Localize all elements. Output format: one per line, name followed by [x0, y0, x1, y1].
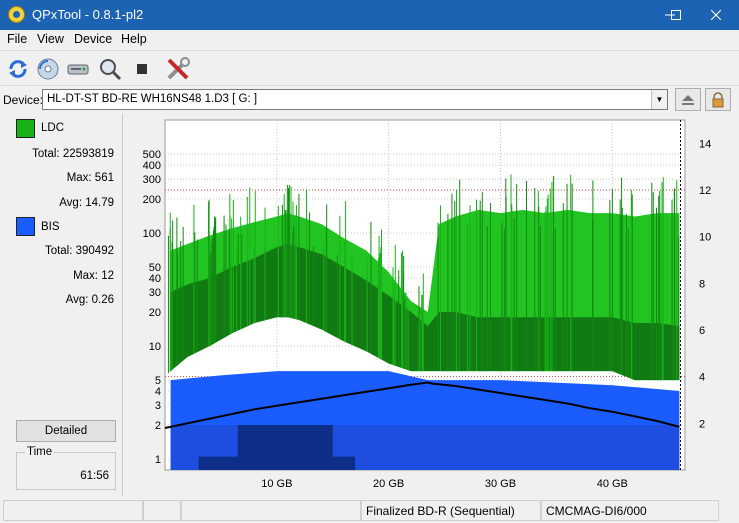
window-title: QPxTool - 0.8.1-pl2 — [32, 7, 144, 22]
y-right-tick-label: 14 — [699, 138, 711, 150]
time-label: Time — [25, 446, 55, 458]
time-group: Time 61:56 — [16, 446, 116, 490]
y-left-tick-label: 3 — [155, 400, 161, 412]
time-value: 61:56 — [80, 470, 109, 482]
menu-bar: File View Device Help — [0, 30, 739, 50]
device-select[interactable]: HL-DT-ST BD-RE WH16NS48 1.D3 [ G: ] ▼ — [42, 89, 668, 110]
y-left-tick-label: 300 — [143, 174, 161, 186]
lock-icon — [712, 91, 724, 107]
x-tick-label: 20 GB — [373, 478, 404, 490]
eject-button[interactable] — [675, 88, 701, 111]
stop-button[interactable] — [128, 55, 156, 83]
qpxtool-app-icon — [8, 6, 25, 23]
device-label: Device: — [3, 93, 44, 107]
status-disc-type: Finalized BD-R (Sequential) — [361, 500, 541, 521]
quality-scan-chart: 1234510203040501002003004005002468101214… — [143, 119, 711, 490]
tools-icon — [167, 57, 190, 80]
ldc-avg: Avg: 14.79 — [59, 197, 114, 209]
refresh-button[interactable] — [4, 55, 32, 83]
eject-icon — [682, 94, 694, 105]
y-left-tick-label: 2 — [155, 420, 161, 432]
bis-color-swatch — [16, 217, 35, 236]
bis-max: Max: 12 — [73, 270, 114, 282]
y-left-tick-label: 4 — [155, 386, 161, 398]
bis-avg: Avg: 0.26 — [65, 294, 114, 306]
settings-button[interactable] — [164, 55, 192, 83]
y-left-tick-label: 100 — [143, 228, 161, 240]
chart-area: 1 2 3 4 5 10 20 30 40 50 100 200 300 400 500 2 4 6 8 10 12 14… — [127, 114, 736, 496]
status-bar: Finalized BD-R (Sequential) CMCMAG-DI6/0… — [0, 498, 739, 523]
status-media-id: CMCMAG-DI6/000 — [541, 500, 719, 521]
y-right-tick-label: 4 — [699, 372, 705, 384]
scan-button[interactable] — [96, 55, 124, 83]
detailed-button[interactable]: Detailed — [16, 420, 116, 442]
y-right-tick-label: 2 — [699, 418, 705, 430]
drive-icon — [67, 64, 89, 75]
y-left-tick-label: 10 — [149, 341, 161, 353]
device-row: Device: HL-DT-ST BD-RE WH16NS48 1.D3 [ G… — [0, 88, 739, 112]
ldc-color-swatch — [16, 119, 35, 138]
y-left-tick-label: 200 — [143, 194, 161, 206]
y-right-tick-label: 12 — [699, 185, 711, 197]
disc-info-button[interactable] — [34, 55, 62, 83]
status-cell-blank — [181, 500, 361, 521]
x-tick-label: 30 GB — [485, 478, 516, 490]
status-cell-2 — [143, 500, 181, 521]
maximize-icon — [671, 10, 681, 20]
drive-button[interactable] — [64, 55, 92, 83]
x-tick-label: 10 GB — [261, 478, 292, 490]
y-left-tick-label: 1 — [155, 454, 161, 466]
y-left-tick-label: 20 — [149, 307, 161, 319]
menu-view[interactable]: View — [37, 32, 64, 46]
disc-icon — [37, 58, 59, 80]
bis-dense-strip — [198, 456, 356, 470]
y-left-tick-label: 400 — [143, 160, 161, 172]
ldc-legend-label: LDC — [41, 122, 65, 134]
y-left-tick-label: 30 — [149, 287, 161, 299]
y-right-tick-label: 6 — [699, 325, 705, 337]
chevron-down-icon[interactable]: ▼ — [651, 90, 667, 109]
status-cell-1 — [3, 500, 143, 521]
stats-panel: LDC Total: 22593819 Max: 561 Avg: 14.79 … — [3, 114, 123, 496]
refresh-icon — [9, 60, 27, 78]
close-button[interactable] — [693, 0, 739, 30]
ldc-total: Total: 22593819 — [32, 148, 114, 160]
y-left-tick-label: 40 — [149, 273, 161, 285]
lock-button[interactable] — [705, 88, 731, 111]
ldc-max: Max: 561 — [66, 172, 114, 184]
menu-device[interactable]: Device — [74, 32, 112, 46]
menu-file[interactable]: File — [7, 32, 27, 46]
toolbar — [0, 50, 739, 86]
x-tick-label: 40 GB — [597, 478, 628, 490]
title-bar: QPxTool - 0.8.1-pl2 — [0, 0, 739, 30]
magnifier-disc-icon — [100, 59, 122, 81]
y-right-tick-label: 8 — [699, 278, 705, 290]
bis-total: Total: 390492 — [44, 245, 114, 257]
y-left-tick-label: 5 — [155, 375, 161, 387]
bis-legend-label: BIS — [41, 221, 60, 233]
close-icon — [711, 10, 721, 20]
device-select-value: HL-DT-ST BD-RE WH16NS48 1.D3 [ G: ] — [47, 93, 258, 105]
y-left-tick-label: 500 — [143, 149, 161, 161]
y-left-tick-label: 50 — [149, 262, 161, 274]
stop-icon — [137, 64, 147, 74]
y-right-tick-label: 10 — [699, 232, 711, 244]
menu-help[interactable]: Help — [121, 32, 147, 46]
